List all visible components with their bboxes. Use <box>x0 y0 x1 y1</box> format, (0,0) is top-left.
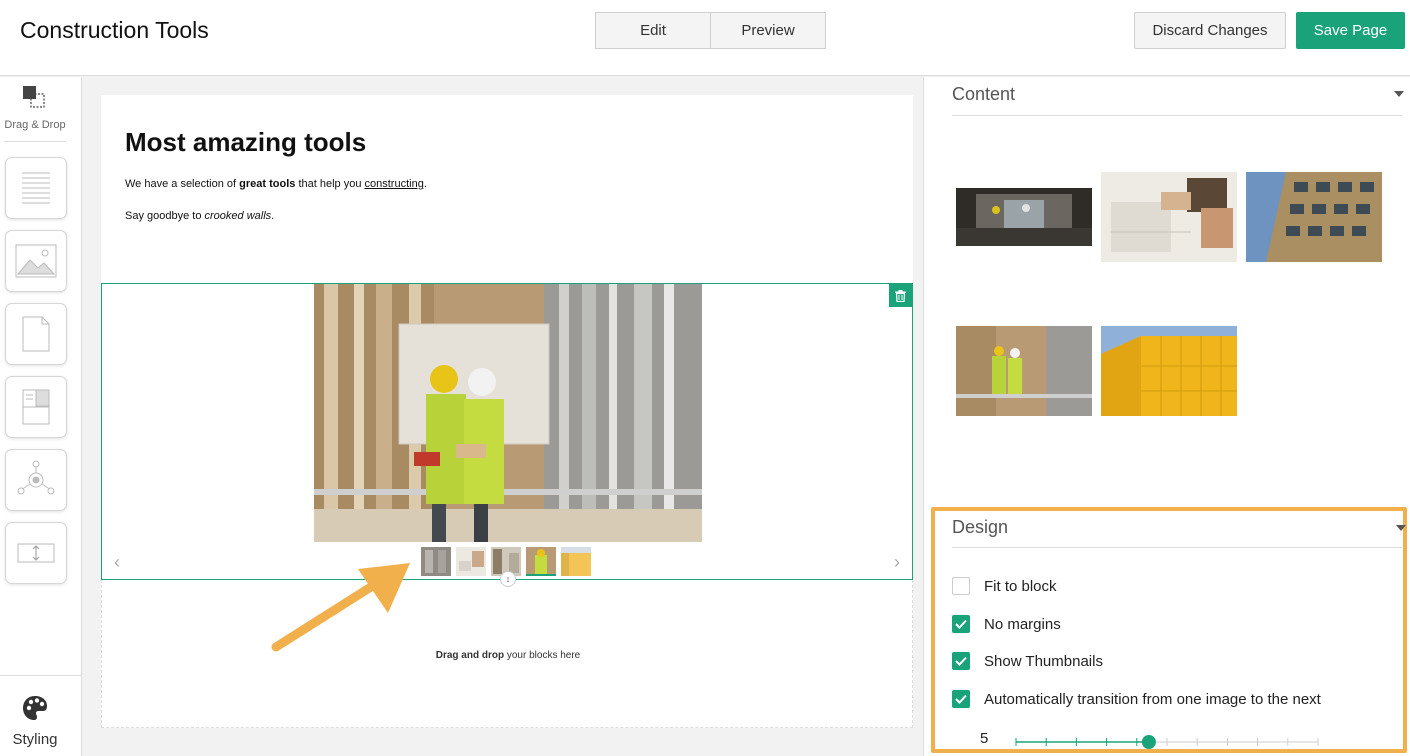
layout-block-tile[interactable] <box>5 376 67 438</box>
constructing-link[interactable]: constructing <box>365 178 424 190</box>
gallery-thumbnail[interactable] <box>456 547 486 576</box>
drop-zone-text: Drag and drop your blocks here <box>435 650 581 661</box>
option-label: Fit to block <box>984 577 1057 595</box>
palette-icon[interactable] <box>22 695 48 721</box>
gallery-thumbnail-active[interactable] <box>526 547 556 576</box>
option-label: Show Thumbnails <box>984 652 1103 670</box>
slider-knob <box>1141 735 1156 749</box>
content-image[interactable] <box>1101 326 1237 416</box>
delete-block-button[interactable] <box>889 284 912 307</box>
trash-icon <box>895 289 906 302</box>
content-image[interactable] <box>956 188 1092 246</box>
option-show-thumbnails[interactable]: Show Thumbnails <box>952 652 1103 670</box>
page-block-icon <box>22 316 50 352</box>
discard-changes-button[interactable]: Discard Changes <box>1134 12 1286 49</box>
option-fit-to-block[interactable]: Fit to block <box>952 577 1057 595</box>
drop-zone[interactable]: Drag and drop your blocks here <box>101 580 913 728</box>
checkmark-icon <box>955 656 967 666</box>
checkmark-icon <box>955 619 967 629</box>
content-paragraph-2[interactable]: Say goodbye to crooked walls. <box>125 210 274 222</box>
option-no-margins[interactable]: No margins <box>952 615 1061 633</box>
block-sidebar: Drag & Drop Styling <box>0 77 82 756</box>
image-block-icon <box>15 244 57 278</box>
image-block-tile[interactable] <box>5 230 67 292</box>
fit-to-block-checkbox[interactable] <box>952 577 970 595</box>
page-block-tile[interactable] <box>5 303 67 365</box>
chevron-right-icon[interactable]: › <box>894 552 900 573</box>
content-paragraph-1[interactable]: We have a selection of great tools that … <box>125 178 427 190</box>
content-image[interactable] <box>956 326 1092 416</box>
gallery-thumbnail[interactable] <box>561 547 591 576</box>
top-bar: Construction Tools Edit Preview Discard … <box>0 0 1410 76</box>
transition-slider[interactable] <box>1015 735 1320 749</box>
layout-block-icon <box>22 389 50 425</box>
chevron-left-icon[interactable]: ‹ <box>114 552 120 573</box>
sidebar-divider <box>4 141 66 142</box>
text-block-icon <box>22 172 50 204</box>
spacer-block-tile[interactable] <box>5 522 67 584</box>
content-image[interactable] <box>1246 172 1382 262</box>
drag-drop-icon <box>23 86 45 108</box>
page-title: Construction Tools <box>20 17 209 43</box>
text-block-tile[interactable] <box>5 157 67 219</box>
checkmark-icon <box>955 694 967 704</box>
gallery-thumbnail[interactable] <box>421 547 451 576</box>
no-margins-checkbox[interactable] <box>952 615 970 633</box>
mode-toggle: Edit Preview <box>595 12 826 49</box>
styling-label[interactable]: Styling <box>0 731 70 748</box>
sidebar-bottom-divider <box>0 675 82 676</box>
auto-transition-checkbox[interactable] <box>952 690 970 708</box>
graph-block-tile[interactable] <box>5 449 67 511</box>
annotation-arrow <box>271 563 410 652</box>
option-label: No margins <box>984 615 1061 633</box>
content-section-title[interactable]: Content <box>952 84 1015 105</box>
spacer-block-icon <box>17 543 55 563</box>
transition-seconds-value: 5 <box>980 730 989 747</box>
content-heading[interactable]: Most amazing tools <box>125 127 366 158</box>
save-page-button[interactable]: Save Page <box>1296 12 1405 49</box>
tab-preview[interactable]: Preview <box>710 13 825 48</box>
tab-edit[interactable]: Edit <box>596 13 710 48</box>
show-thumbnails-checkbox[interactable] <box>952 652 970 670</box>
graph-block-icon <box>17 460 55 495</box>
caret-down-icon[interactable] <box>1396 525 1406 531</box>
page-canvas: Most amazing tools We have a selection o… <box>101 95 913 728</box>
design-section-title[interactable]: Design <box>952 517 1008 538</box>
option-auto-transition[interactable]: Automatically transition from one image … <box>952 690 1321 708</box>
content-divider <box>952 115 1402 116</box>
content-image[interactable] <box>1101 172 1237 262</box>
design-section: Design Fit to block No margins Show Thum… <box>931 507 1407 753</box>
drag-drop-label: Drag & Drop <box>4 119 66 131</box>
gallery-block[interactable]: ‹ › ↕ <box>101 283 913 587</box>
option-label: Automatically transition from one image … <box>984 690 1321 708</box>
caret-down-icon[interactable] <box>1394 91 1404 97</box>
design-divider <box>952 547 1402 548</box>
gallery-main-image <box>314 284 702 542</box>
